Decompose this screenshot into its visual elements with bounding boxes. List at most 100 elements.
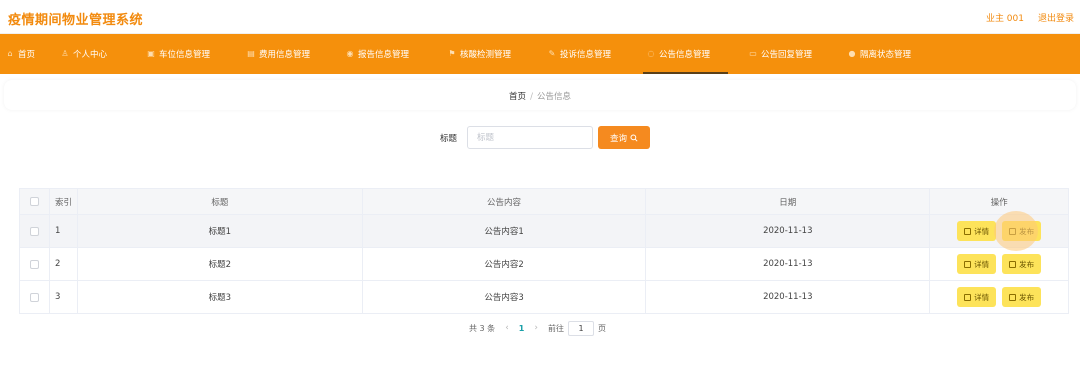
main-nav: ⌂ 首页 ♙ 个人中心 ▣ 车位信息管理 ▤ 费用信息管理 ◉ 报告信息管理 ⚑… (0, 34, 1080, 74)
pagination: 共 3 条 ‹ 1 › 前往 页 (469, 320, 606, 336)
header-date: 日期 (646, 189, 931, 214)
row-checkbox[interactable] (29, 259, 39, 269)
header-title: 标题 (78, 189, 363, 214)
nav-item-replies[interactable]: ▭ 公告回复管理 (749, 34, 812, 74)
header-content: 公告内容 (363, 189, 647, 214)
main-content: 标题 查询 索引 标题 公告内容 日期 操作 1 标题1 公告内容1 2020-… (4, 114, 1076, 346)
select-all-checkbox[interactable] (29, 197, 39, 206)
message-icon: ✎ (548, 49, 556, 58)
detail-button-label: 详情 (974, 259, 990, 269)
publish-button-label: 发布 (1019, 226, 1035, 236)
row-index: 3 (50, 281, 78, 313)
nav-item-profile[interactable]: ♙ 个人中心 (61, 34, 107, 74)
money-icon: ▤ (247, 49, 255, 58)
detail-button[interactable]: 详情 (957, 254, 997, 274)
nav-item-label: 公告回复管理 (761, 50, 813, 60)
publish-button-label: 发布 (1019, 259, 1035, 269)
row-content: 公告内容1 (363, 215, 647, 247)
row-checkbox[interactable] (29, 292, 39, 302)
publish-button[interactable]: 发布 (994, 211, 1042, 251)
header-ops: 操作 (930, 189, 1070, 214)
goto-label: 前往 (547, 323, 564, 333)
announcement-table: 索引 标题 公告内容 日期 操作 1 标题1 公告内容1 2020-11-13 … (19, 188, 1070, 314)
nav-item-parking[interactable]: ▣ 车位信息管理 (147, 34, 210, 74)
detail-button[interactable]: 详情 (957, 221, 997, 241)
nav-item-label: 首页 (18, 50, 36, 60)
row-checkbox-cell (20, 248, 50, 280)
row-date: 2020-11-13 (646, 215, 931, 247)
breadcrumb-current: 公告信息 (536, 92, 571, 102)
breadcrumb-card: 首页 / 公告信息 (4, 80, 1076, 110)
search-button-label: 查询 (609, 133, 627, 144)
search-button[interactable]: 查询 (598, 126, 650, 149)
publish-button-label: 发布 (1019, 292, 1035, 302)
goto-page: 前往 页 (547, 320, 606, 336)
app-title: 疫情期间物业管理系统 (8, 13, 144, 28)
breadcrumb: 首页 / 公告信息 (4, 90, 1076, 102)
row-checkbox-cell (20, 281, 50, 313)
table-row: 2 标题2 公告内容2 2020-11-13 详情 发布 (20, 248, 1070, 281)
user-name[interactable]: 业主 001 (986, 11, 1024, 24)
goto-unit: 页 (597, 323, 606, 333)
row-checkbox-cell (20, 215, 50, 247)
detail-button[interactable]: 详情 (957, 287, 997, 307)
row-ops: 详情 发布 (930, 281, 1070, 313)
row-title: 标题2 (78, 248, 363, 280)
document-icon (964, 260, 972, 268)
car-icon: ▣ (147, 49, 155, 58)
document-icon (1009, 293, 1017, 301)
row-content: 公告内容3 (363, 281, 647, 313)
flag-icon: ⚑ (448, 49, 456, 58)
nav-item-label: 隔离状态管理 (860, 50, 912, 60)
row-title: 标题1 (78, 215, 363, 247)
reply-icon: ▭ (749, 49, 757, 58)
nav-item-label: 费用信息管理 (259, 50, 311, 60)
publish-button[interactable]: 发布 (1002, 254, 1042, 274)
row-date: 2020-11-13 (646, 281, 931, 313)
document-icon (964, 293, 972, 301)
publish-button[interactable]: 发布 (1002, 287, 1042, 307)
row-ops: 详情 发布 (930, 248, 1070, 280)
nav-item-fees[interactable]: ▤ 费用信息管理 (247, 34, 310, 74)
nav-item-label: 车位信息管理 (159, 50, 211, 60)
nav-item-label: 核酸检测管理 (460, 50, 512, 60)
user-area: 业主 001 退出登录 (986, 11, 1074, 24)
nav-item-reports[interactable]: ◉ 报告信息管理 (346, 34, 410, 74)
next-page-button[interactable]: › (534, 323, 538, 333)
top-bar: 疫情期间物业管理系统 业主 001 退出登录 (0, 0, 1080, 34)
breadcrumb-home[interactable]: 首页 (509, 92, 526, 102)
page-number-1[interactable]: 1 (519, 324, 525, 333)
row-content: 公告内容2 (363, 248, 647, 280)
row-index: 1 (50, 215, 78, 247)
nav-item-label: 报告信息管理 (358, 50, 410, 60)
row-index: 2 (50, 248, 78, 280)
user-icon: ♙ (61, 49, 69, 58)
row-checkbox[interactable] (29, 226, 39, 236)
notice-icon: ◌ (647, 49, 655, 58)
goto-page-input[interactable] (567, 320, 594, 336)
search-label: 标题 (440, 134, 458, 144)
nav-item-home[interactable]: ⌂ 首页 (6, 34, 35, 74)
header-index: 索引 (50, 189, 78, 214)
header-checkbox-cell (20, 189, 50, 214)
pagination-total: 共 3 条 (469, 323, 496, 333)
detail-button-label: 详情 (974, 226, 990, 236)
nav-item-label: 投诉信息管理 (560, 50, 612, 60)
prev-page-button[interactable]: ‹ (505, 323, 509, 333)
detail-button-label: 详情 (974, 292, 990, 302)
document-icon (964, 227, 972, 235)
row-title: 标题3 (78, 281, 363, 313)
nav-item-complaints[interactable]: ✎ 投诉信息管理 (548, 34, 611, 74)
logout-link[interactable]: 退出登录 (1038, 11, 1074, 24)
nav-item-quarantine[interactable]: ● 隔离状态管理 (848, 34, 912, 74)
document-icon (1009, 260, 1017, 268)
breadcrumb-separator: / (530, 92, 533, 102)
table-row: 3 标题3 公告内容3 2020-11-13 详情 发布 (20, 281, 1070, 314)
shield-icon: ● (848, 49, 856, 58)
row-ops: 详情 发布 (930, 211, 1070, 251)
nav-item-nucleic-test[interactable]: ⚑ 核酸检测管理 (448, 34, 511, 74)
location-icon: ◉ (346, 49, 354, 58)
nav-item-announcements[interactable]: ◌ 公告信息管理 (642, 34, 729, 74)
title-search-input[interactable] (467, 126, 593, 149)
document-icon (1009, 227, 1017, 235)
